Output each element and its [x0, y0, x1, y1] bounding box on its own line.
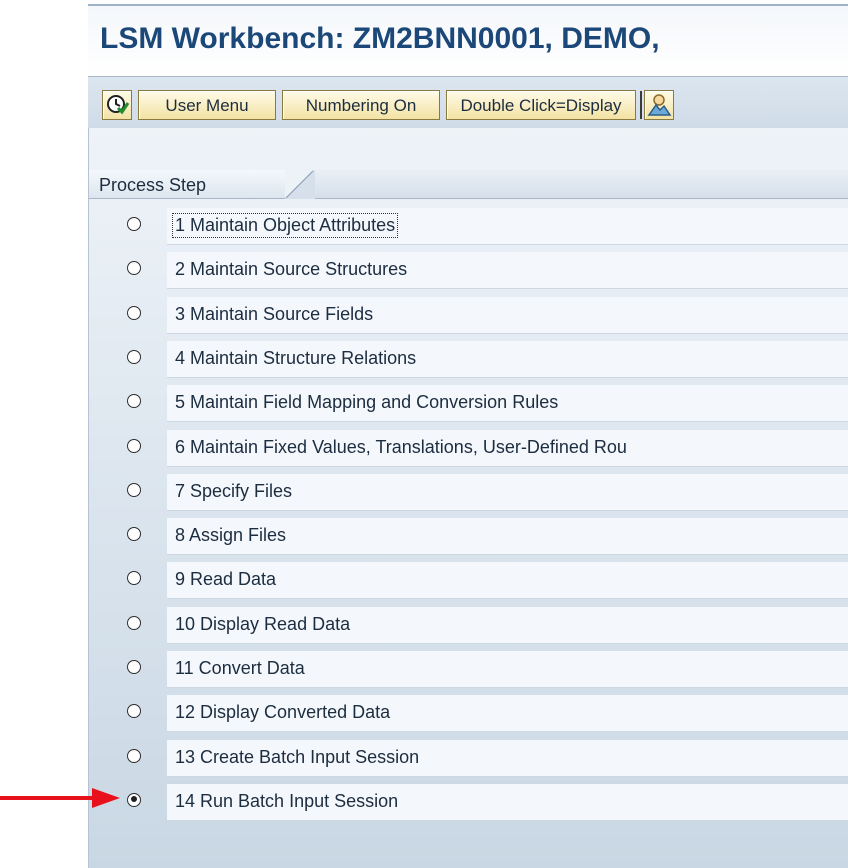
step-radio-button[interactable] [127, 571, 141, 586]
step-label[interactable]: 2 Maintain Source Structures [173, 258, 409, 281]
double-click-display-button[interactable]: Double Click=Display [446, 90, 636, 120]
user-menu-button[interactable]: User Menu [138, 90, 276, 120]
step-radio-button[interactable] [127, 792, 141, 807]
step-radio-button[interactable] [127, 660, 141, 674]
tab-process-step[interactable]: Process Step [89, 170, 297, 198]
application-toolbar: User Menu Numbering On Double Click=Disp… [88, 76, 848, 130]
step-label-cell: 12 Display Converted Data [167, 695, 848, 733]
step-row: 2 Maintain Source Structures [89, 246, 848, 290]
step-label-cell: 3 Maintain Source Fields [167, 296, 848, 334]
step-radio-button[interactable] [127, 305, 141, 320]
step-radio-button[interactable] [127, 482, 141, 497]
step-radio-button[interactable] [127, 394, 141, 409]
user-button[interactable] [644, 90, 674, 120]
step-row: 8 Assign Files [89, 512, 848, 556]
step-label-cell: 1 Maintain Object Attributes [167, 208, 848, 245]
tab-strip: Process Step [89, 170, 848, 199]
step-row: 4 Maintain Structure Relations [89, 335, 848, 379]
step-row: 3 Maintain Source Fields [89, 291, 848, 335]
step-label-cell: 9 Read Data [167, 562, 848, 600]
step-label[interactable]: 8 Assign Files [173, 524, 288, 547]
lsm-workbench-screen: LSM Workbench: ZM2BNN0001, DEMO, User Me… [0, 0, 848, 868]
step-label[interactable]: 10 Display Read Data [173, 613, 352, 636]
numbering-on-button[interactable]: Numbering On [282, 90, 440, 120]
step-row: 11 Convert Data [89, 645, 848, 689]
execute-clock-icon [107, 95, 130, 115]
step-radio-button[interactable] [127, 704, 141, 719]
step-radio-button[interactable] [127, 438, 141, 453]
step-label[interactable]: 1 Maintain Object Attributes [172, 213, 399, 238]
tab-slant-edge [285, 170, 315, 199]
step-radio-button[interactable] [127, 349, 141, 364]
step-label-cell: 4 Maintain Structure Relations [167, 340, 848, 378]
step-label[interactable]: 5 Maintain Field Mapping and Conversion … [173, 391, 560, 414]
step-row: 1 Maintain Object Attributes [89, 202, 848, 246]
step-row: 7 Specify Files [89, 468, 848, 512]
step-radio-button[interactable] [127, 217, 141, 231]
step-label[interactable]: 7 Specify Files [173, 480, 294, 503]
step-label[interactable]: 12 Display Converted Data [173, 701, 392, 724]
execute-button[interactable] [102, 90, 132, 120]
step-label-cell: 10 Display Read Data [167, 606, 848, 644]
step-label[interactable]: 13 Create Batch Input Session [173, 746, 421, 769]
step-radio-button[interactable] [127, 748, 141, 763]
step-label-cell: 8 Assign Files [167, 518, 848, 556]
step-row: 6 Maintain Fixed Values, Translations, U… [89, 424, 848, 468]
step-radio-button[interactable] [127, 527, 141, 542]
step-radio-button[interactable] [127, 615, 141, 630]
step-row: 10 Display Read Data [89, 601, 848, 645]
step-label-cell: 11 Convert Data [167, 651, 848, 688]
step-label[interactable]: 9 Read Data [173, 568, 278, 591]
step-row: 12 Display Converted Data [89, 689, 848, 733]
page-title: LSM Workbench: ZM2BNN0001, DEMO, [100, 22, 660, 55]
step-row: 5 Maintain Field Mapping and Conversion … [89, 379, 848, 423]
title-bar: LSM Workbench: ZM2BNN0001, DEMO, [88, 4, 848, 74]
step-radio-button[interactable] [127, 261, 141, 276]
step-label[interactable]: 4 Maintain Structure Relations [173, 347, 418, 370]
user-mountain-icon [647, 94, 672, 116]
step-label-cell: 14 Run Batch Input Session [167, 783, 848, 821]
step-label-cell: 2 Maintain Source Structures [167, 252, 848, 290]
step-label-cell: 5 Maintain Field Mapping and Conversion … [167, 385, 848, 423]
red-arrow-annotation [0, 788, 120, 808]
step-label-cell: 13 Create Batch Input Session [167, 739, 848, 777]
step-row: 13 Create Batch Input Session [89, 734, 848, 778]
step-row: 14 Run Batch Input Session [89, 778, 848, 822]
step-row: 9 Read Data [89, 556, 848, 600]
step-label[interactable]: 3 Maintain Source Fields [173, 303, 375, 326]
step-label[interactable]: 11 Convert Data [173, 657, 307, 680]
process-step-panel: Process Step 1 Maintain Object Attribute… [88, 128, 848, 868]
toolbar-separator [640, 91, 642, 119]
step-label-cell: 6 Maintain Fixed Values, Translations, U… [167, 429, 848, 467]
step-label-cell: 7 Specify Files [167, 473, 848, 511]
step-label[interactable]: 6 Maintain Fixed Values, Translations, U… [173, 436, 629, 459]
step-label[interactable]: 14 Run Batch Input Session [173, 790, 400, 813]
